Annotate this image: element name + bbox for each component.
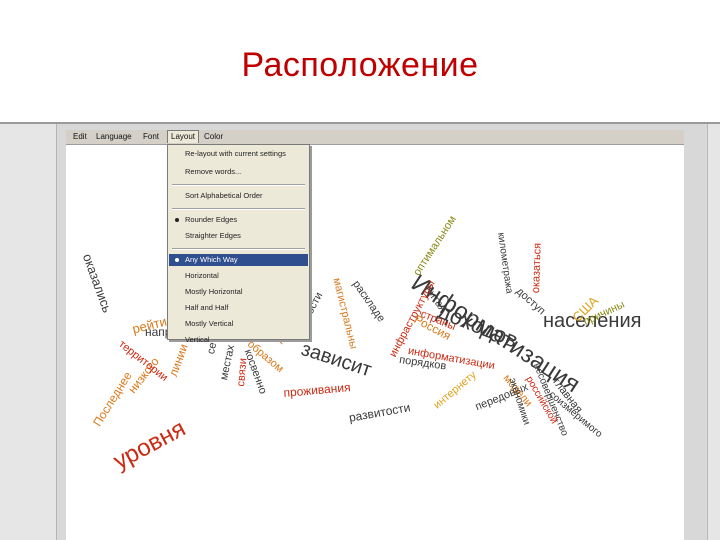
layout-menu-item[interactable]: Vertical [169,334,308,346]
layout-menu-item[interactable]: Mostly Horizontal [169,286,308,298]
cloud-word: километража [495,231,515,295]
menu-item-label: Mostly Vertical [185,319,234,328]
menu-item-label: Horizontal [185,271,219,280]
cloud-word: интернету [431,369,479,412]
menu-item-label: Vertical [185,335,210,344]
layout-dropdown-menu: Re-layout with current settings Remove wo… [167,144,310,344]
menu-item-label: Sort Alphabetical Order [185,191,263,200]
menu-font[interactable]: Font [140,131,162,143]
menu-separator [172,184,305,186]
layout-menu-item[interactable]: Horizontal [169,270,308,282]
cloud-word: оказаться [530,242,544,294]
layout-menu-item[interactable]: Re-layout with current settings [169,148,308,160]
layout-menu-item[interactable]: Mostly Vertical [169,318,308,330]
menu-edit[interactable]: Edit [70,131,90,143]
cloud-word: раскладе [349,278,388,325]
menu-item-label: Remove words... [185,167,242,176]
cloud-word: оказались [79,251,116,315]
cloud-word: развитости [347,400,412,426]
menu-item-label: Any Which Way [185,255,238,264]
app-window: Edit Language Font Layout Color Информатизац… [66,130,684,540]
radio-check-icon [175,258,179,262]
layout-menu-item[interactable]: Rounder Edges [169,214,308,226]
layout-menu-item[interactable]: Remove words... [169,166,308,178]
layout-menu-item[interactable]: Straighter Edges [169,230,308,242]
menu-separator [172,208,305,210]
cloud-word: уровня [109,414,191,475]
menu-color[interactable]: Color [201,131,226,143]
radio-check-icon [175,218,179,222]
slide-title: Расположение [241,46,479,84]
layout-menu-item[interactable]: Sort Alphabetical Order [169,190,308,202]
cloud-word: оптимальном [411,213,459,279]
cloud-word: Последнее [90,369,135,430]
cloud-word: местах [218,344,238,382]
cloud-word: линии [166,342,191,379]
cloud-word: зависит [298,338,375,382]
layout-menu-item[interactable]: Half and Half [169,302,308,314]
screen-layer: Edit Language Font Layout Color Информатизац… [0,124,720,540]
word-cloud-canvas: Информатизация доходов населения зависит уро… [66,145,684,540]
menu-item-label: Mostly Horizontal [185,287,243,296]
menu-item-label: Half and Half [185,303,229,312]
menu-item-label: Rounder Edges [185,215,238,224]
menu-language[interactable]: Language [93,131,135,143]
layout-menu-item[interactable]: Any Which Way [169,254,308,266]
menu-layout[interactable]: Layout [167,130,200,143]
menu-separator [172,248,305,250]
menu-item-label: Straighter Edges [185,231,241,240]
menu-bar: Edit Language Font Layout Color [66,130,684,145]
cloud-word: проживания [282,380,352,401]
menu-item-label: Re-layout with current settings [185,149,286,158]
